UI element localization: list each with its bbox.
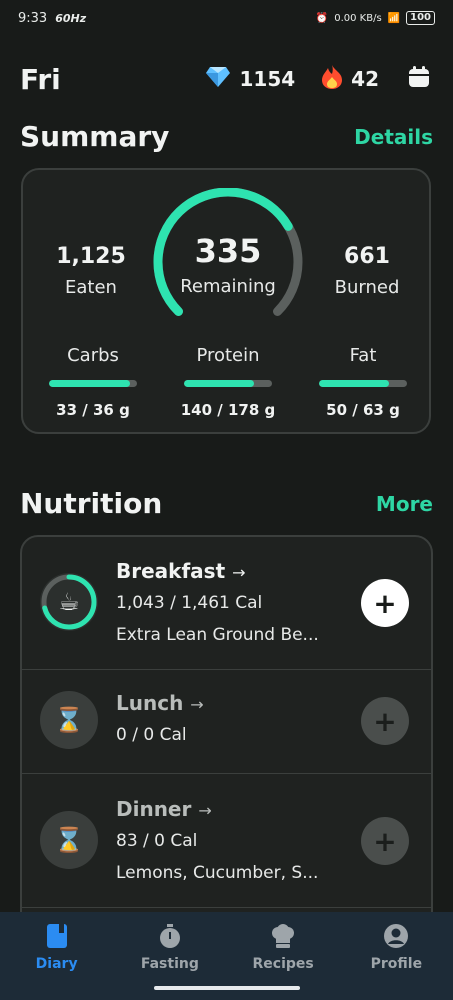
breakfast-foods: Extra Lean Ground Be... [116,625,319,645]
dinner-foods: Lemons, Cucumber, S... [116,863,319,883]
macro-fat-value: 50 / 63 g [326,401,400,419]
nav-diary[interactable]: Diary [12,922,102,972]
macro-carbs: Carbs 33 / 36 g [43,345,143,419]
macro-protein-value: 140 / 178 g [180,401,276,419]
diary-icon [12,922,102,950]
lunch-calories: 0 / 0 Cal [116,725,187,745]
nav-profile-label: Profile [370,956,423,972]
arrow-right-icon: → [190,695,204,714]
meal-dinner[interactable]: ⌛ Dinner → 83 / 0 Cal Lemons, Cucumber, … [22,773,431,908]
plus-icon: + [373,586,397,620]
calendar-icon [407,65,431,93]
profile-icon [351,922,441,950]
summary-header: Summary Details [20,120,433,153]
breakfast-progress-ring: ☕ [40,573,98,631]
macro-protein: Protein 140 / 178 g [178,345,278,419]
flame-icon [321,64,343,95]
plus-icon: + [373,704,397,738]
arrow-right-icon: → [198,801,212,820]
meal-title: Breakfast → [116,559,246,583]
burned-value: 661 [344,244,390,269]
calendar-button[interactable] [405,65,433,93]
nav-recipes-label: Recipes [252,956,314,972]
dinner-calories: 83 / 0 Cal [116,831,198,851]
nav-diary-label: Diary [35,956,78,972]
gems-counter[interactable]: 1154 [205,66,295,93]
top-bar: Fri 1154 42 [0,52,453,106]
more-link[interactable]: More [376,492,433,516]
meal-lunch[interactable]: ⌛ Lunch → 0 / 0 Cal + [22,669,431,774]
details-link[interactable]: Details [354,125,433,149]
gems-count: 1154 [239,67,296,91]
burned-label: Burned [334,277,400,298]
hourglass-icon: ⌛ [40,811,98,869]
nutrition-card: ☕ Breakfast → 1,043 / 1,461 Cal Extra Le… [20,535,433,955]
battery-indicator: 100 [406,11,435,25]
alarm-icon: ⏰ [315,12,329,24]
breakfast-calories: 1,043 / 1,461 Cal [116,593,263,613]
summary-card[interactable]: 1,125 Eaten 335 Remaining 661 Burned Car… [21,168,431,434]
nav-fasting[interactable]: Fasting [125,922,215,972]
refresh-rate: 60Hz [55,11,87,25]
streak-count: 42 [351,67,379,91]
macro-fat-label: Fat [349,345,377,366]
day-label: Fri [20,62,61,96]
add-breakfast-button[interactable]: + [361,579,409,627]
macro-protein-label: Protein [196,345,260,366]
nutrition-title: Nutrition [20,487,163,520]
arrow-right-icon: → [232,563,246,582]
nav-fasting-label: Fasting [140,956,199,972]
macro-carbs-value: 33 / 36 g [56,401,130,419]
plus-icon: + [373,824,397,858]
macro-fat: Fat 50 / 63 g [313,345,413,419]
summary-title: Summary [20,120,170,153]
lunch-label: Lunch [116,691,184,715]
dinner-label: Dinner [116,797,192,821]
burned-stat: 661 Burned [319,244,415,298]
meal-breakfast[interactable]: ☕ Breakfast → 1,043 / 1,461 Cal Extra Le… [22,537,431,670]
nav-profile[interactable]: Profile [351,922,441,972]
coffee-icon: ☕ [58,588,80,616]
stopwatch-icon [125,922,215,950]
chef-hat-icon [238,922,328,950]
diamond-icon [205,66,231,93]
meal-title: Dinner → [116,797,212,821]
macro-protein-bar [184,380,272,387]
hourglass-icon: ⌛ [40,691,98,749]
macro-carbs-label: Carbs [67,345,119,366]
status-bar: 9:33 60Hz ⏰ 0.00 KB/s 📶 100 [0,0,453,36]
streak-counter[interactable]: 42 [321,64,379,95]
breakfast-label: Breakfast [116,559,226,583]
network-speed: 0.00 KB/s [334,12,382,24]
macro-fat-bar [319,380,407,387]
home-indicator [154,986,300,990]
nutrition-header: Nutrition More [20,487,433,520]
nav-recipes[interactable]: Recipes [238,922,328,972]
signal-icon: 📶 [387,12,401,24]
add-lunch-button[interactable]: + [361,697,409,745]
macro-carbs-bar [49,380,137,387]
meal-title: Lunch → [116,691,204,715]
clock: 9:33 [18,10,48,26]
add-dinner-button[interactable]: + [361,817,409,865]
